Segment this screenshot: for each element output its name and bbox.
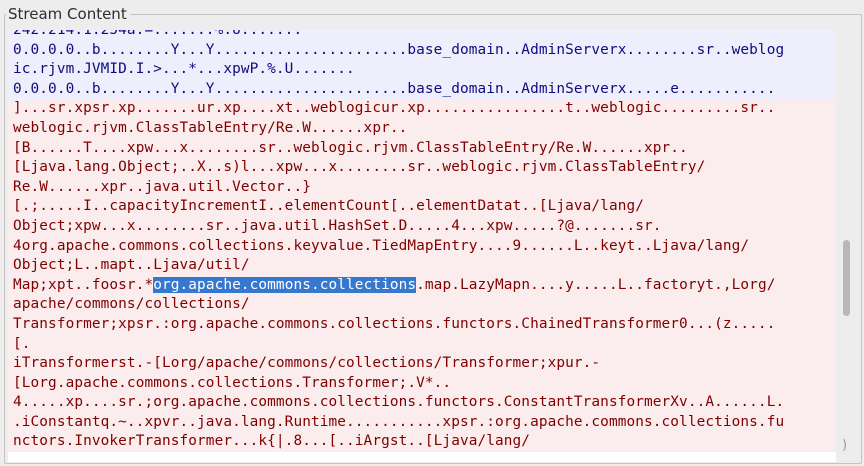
stream-lines: 242.214.1.254a.=.......%.U....... 0.0.0.0… [8, 30, 836, 453]
server-stream-line: [.;.....I..capacityIncrementI..elementCo… [8, 197, 836, 217]
server-stream-line: Re.W......xpr..java.util.Vector..} [8, 177, 836, 198]
vertical-scrollbar[interactable] [838, 30, 855, 440]
stream-line-text: ]...sr.xpsr.xp.......ur.xp....xt..weblog… [13, 100, 776, 117]
stream-content-text-area[interactable]: 242.214.1.254a.=.......%.U....... 0.0.0.0… [8, 30, 836, 462]
server-stream-line: Object;L..mapt..Ljava/util/ [8, 256, 836, 276]
stream-line-text: Object;xpw...x........sr..java.util.Hash… [13, 217, 662, 234]
stream-line-text: 0.0.0.0..b........Y...Y.................… [13, 41, 785, 58]
stream-line-text: Re.W......xpr..java.util.Vector..} [13, 178, 311, 195]
corner-glyph: ) [842, 438, 848, 453]
vertical-scroll-thumb[interactable] [843, 240, 850, 316]
stream-line-text: [Ljava.lang.Object;..X..s)l...xpw...x...… [13, 159, 706, 176]
server-stream-line: [B......T....xpw...x........sr..weblogic… [8, 138, 836, 159]
stream-line-text-after-selection: .map.LazyMapn....y.....L..factoryt.,Lorg… [416, 276, 776, 293]
stream-line-text: 242.214.1.254a.=.......%.U....... [13, 30, 303, 38]
server-stream-line: ]...sr.xpsr.xp.......ur.xp....xt..weblog… [8, 99, 836, 119]
stream-line-text: Object;L..mapt..Ljava/util/ [13, 257, 250, 274]
server-stream-line: Transformer;xpsr.:org.apache.commons.col… [8, 314, 836, 335]
stream-line-text: apache/commons/collections/ [13, 296, 250, 313]
stream-line-text: 4org.apache.commons.collections.keyvalue… [13, 237, 750, 254]
server-stream-line: [. [8, 334, 836, 355]
server-stream-line: [Ljava.lang.Object;..X..s)l...xpw...x...… [8, 158, 836, 178]
stream-line-text: Map;xpt..foosr.* [13, 276, 154, 293]
stream-line-text: [. [13, 335, 31, 352]
server-stream-line: Map;xpt..foosr.*org.apache.commons.colle… [8, 275, 836, 296]
stream-line-text: Transformer;xpsr.:org.apache.commons.col… [13, 315, 776, 332]
server-stream-line: nctors.InvokerTransformer...k{|.8...[..i… [8, 432, 836, 453]
stream-line-text: iTransformerst.-[Lorg/apache/commons/col… [13, 355, 601, 372]
stream-line-text: [Lorg.apache.commons.collections.Transfo… [13, 374, 452, 391]
stream-line-text: [.;.....I..capacityIncrementI..elementCo… [13, 198, 644, 215]
stream-line-text: weblogic.rjvm.ClassTableEntry/Re.W......… [13, 119, 408, 136]
server-stream-line: Object;xpw...x........sr..java.util.Hash… [8, 216, 836, 237]
server-stream-line: [Lorg.apache.commons.collections.Transfo… [8, 373, 836, 394]
stream-line-text: [B......T....xpw...x........sr..weblogic… [13, 139, 688, 156]
server-stream-line: weblogic.rjvm.ClassTableEntry/Re.W......… [8, 118, 836, 139]
server-stream-line: .iConstantq.~..xpvr..java.lang.Runtime..… [8, 412, 836, 433]
client-stream-line: 0.0.0.0..b........Y...Y.................… [8, 79, 836, 100]
stream-line-text: .iConstantq.~..xpvr..java.lang.Runtime..… [13, 413, 785, 430]
client-stream-line: 0.0.0.0..b........Y...Y.................… [8, 40, 836, 61]
client-stream-line: ic.rjvm.JVMID.I.>...*...xpwP.%.U....... [8, 60, 836, 80]
stream-line-text: 0.0.0.0..b........Y...Y.................… [13, 80, 776, 97]
stream-line-text: ic.rjvm.JVMID.I.>...*...xpwP.%.U....... [13, 61, 355, 78]
server-stream-line: 4.....xp....sr.;org.apache.commons.colle… [8, 393, 836, 413]
server-stream-line: apache/commons/collections/ [8, 295, 836, 315]
server-stream-line: iTransformerst.-[Lorg/apache/commons/col… [8, 354, 836, 374]
client-stream-line: 242.214.1.254a.=.......%.U....... [8, 30, 836, 41]
stream-line-text: 4.....xp....sr.;org.apache.commons.colle… [13, 394, 785, 411]
selected-text[interactable]: org.apache.commons.collections [153, 276, 417, 293]
panel-title: Stream Content [6, 4, 130, 24]
stream-line-text: nctors.InvokerTransformer...k{|.8...[..i… [13, 433, 531, 450]
server-stream-line: 4org.apache.commons.collections.keyvalue… [8, 236, 836, 257]
